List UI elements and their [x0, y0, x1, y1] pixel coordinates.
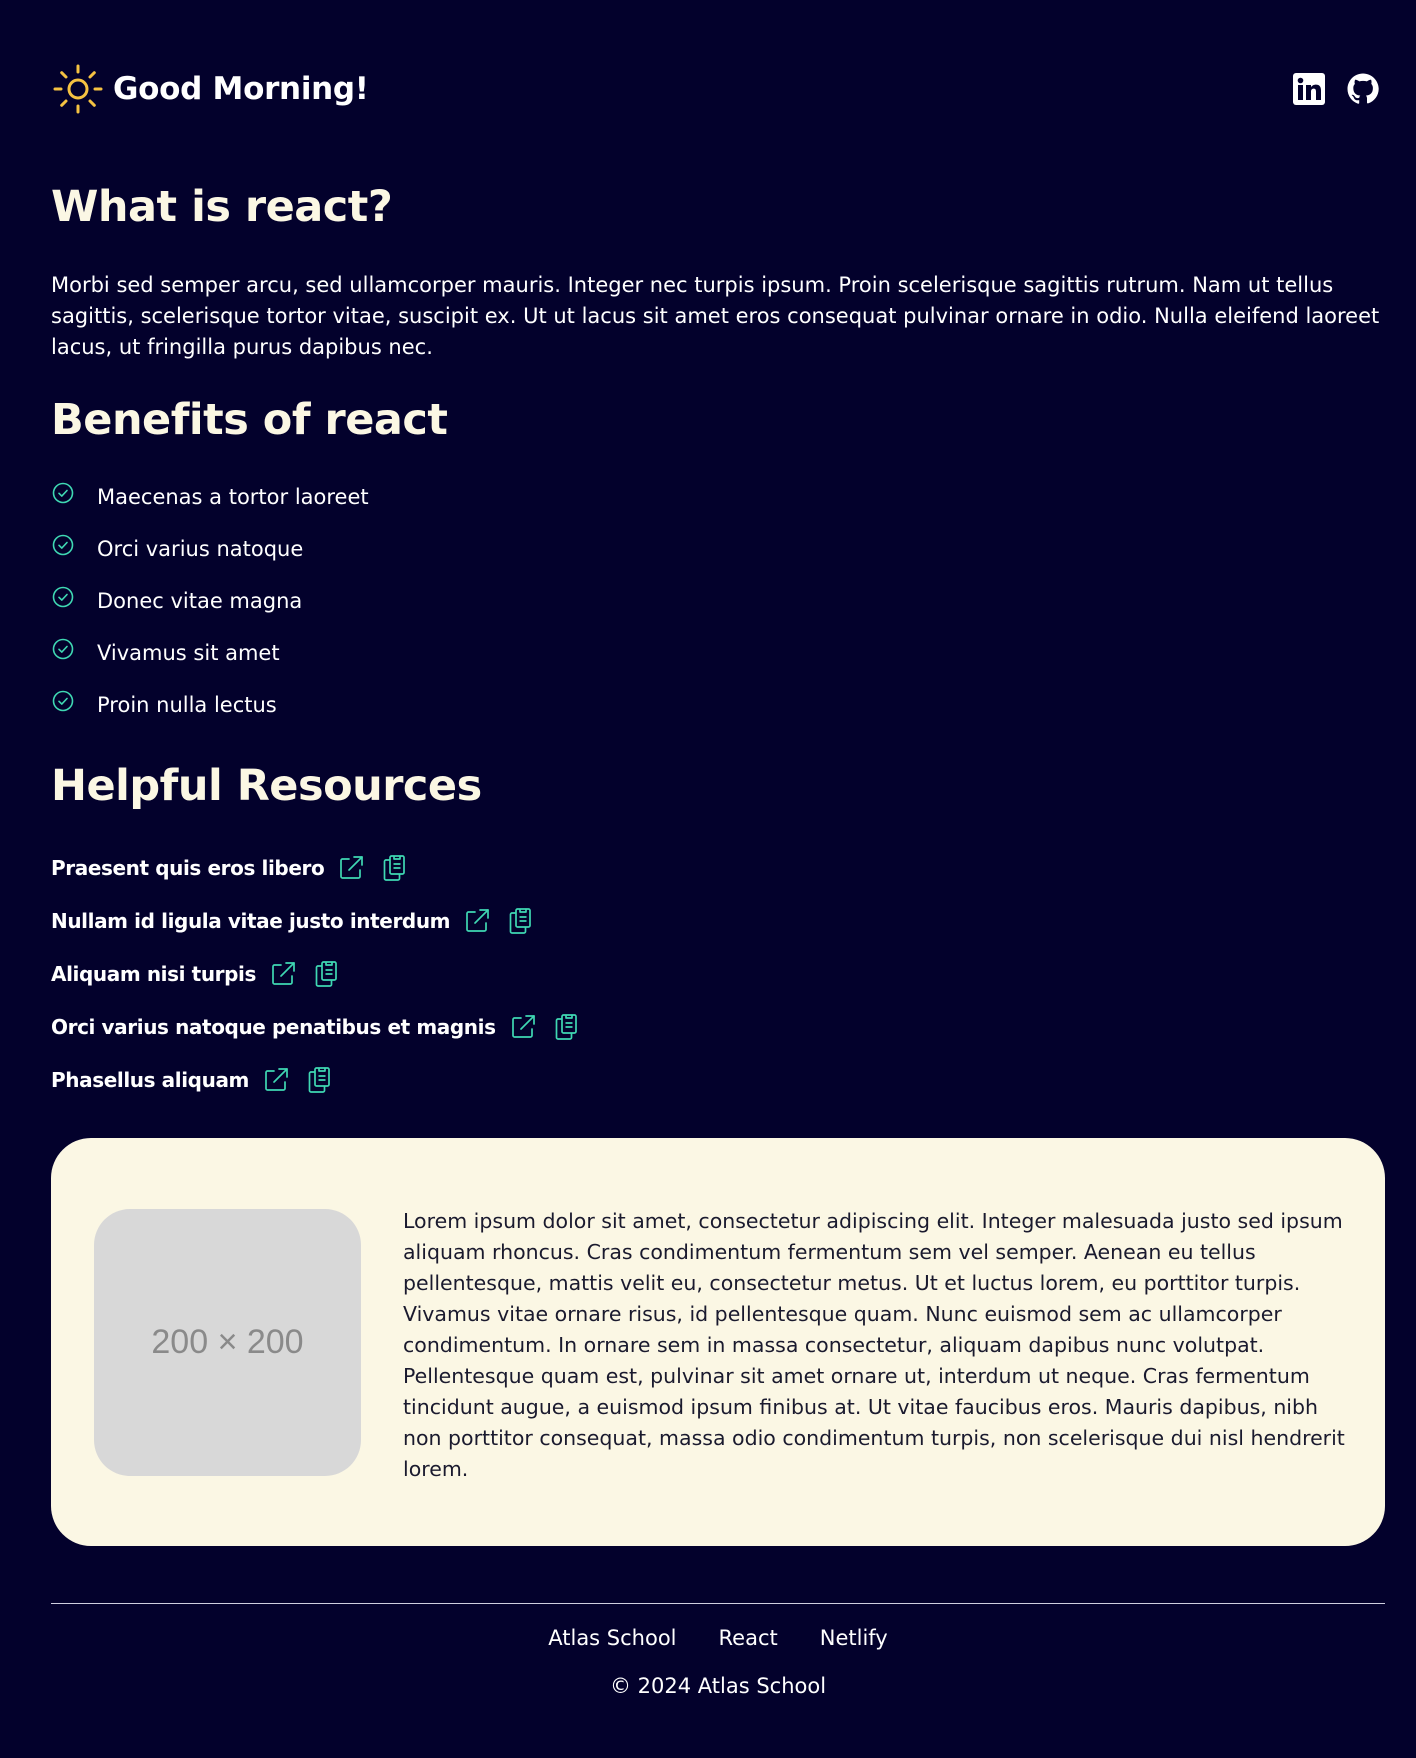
benefit-item: Orci varius natoque [51, 523, 1385, 575]
resource-item: Praesent quis eros libero [51, 841, 1385, 894]
sun-icon [51, 62, 105, 116]
image-placeholder: 200 × 200 [94, 1209, 361, 1476]
resource-title: Aliquam nisi turpis [51, 961, 256, 986]
check-circle-icon [52, 482, 74, 504]
external-link-icon[interactable] [268, 959, 298, 989]
benefit-label: Donec vitae magna [97, 589, 303, 613]
social-links [1292, 72, 1385, 106]
main-content: What is react? Morbi sed semper arcu, se… [51, 182, 1385, 1546]
copy-icon[interactable] [311, 959, 341, 989]
site-header: Good Morning! [51, 0, 1385, 116]
external-link-icon[interactable] [261, 1065, 291, 1095]
footer-link-netlify[interactable]: Netlify [820, 1626, 888, 1650]
info-card: 200 × 200 Lorem ipsum dolor sit amet, co… [51, 1138, 1385, 1546]
benefit-item: Proin nulla lectus [51, 679, 1385, 731]
benefit-item: Vivamus sit amet [51, 627, 1385, 679]
resources-heading: Helpful Resources [51, 761, 482, 811]
copy-icon[interactable] [304, 1065, 334, 1095]
benefit-label: Maecenas a tortor laoreet [97, 485, 369, 509]
page-title: What is react? [51, 182, 393, 232]
linkedin-icon [1293, 73, 1325, 105]
check-circle-icon [52, 534, 74, 556]
greeting-title: Good Morning! [113, 71, 369, 107]
resource-title: Nullam id ligula vitae justo interdum [51, 908, 451, 933]
brand: Good Morning! [51, 62, 369, 116]
card-text: Lorem ipsum dolor sit amet, consectetur … [403, 1209, 1345, 1481]
resource-item: Phasellus aliquam [51, 1053, 1385, 1106]
github-link[interactable] [1346, 72, 1380, 106]
benefit-label: Vivamus sit amet [97, 641, 280, 665]
resource-title: Praesent quis eros libero [51, 855, 325, 880]
github-icon [1347, 73, 1379, 104]
copyright: © 2024 Atlas School [609, 1674, 827, 1698]
copy-icon[interactable] [551, 1012, 581, 1042]
copy-icon[interactable] [379, 853, 409, 883]
resources-list: Praesent quis eros libero Nullam id ligu… [51, 841, 1385, 1106]
benefit-item: Maecenas a tortor laoreet [51, 471, 1385, 523]
resource-item: Orci varius natoque penatibus et magnis [51, 1000, 1385, 1053]
site-footer: Atlas School React Netlify © 2024 Atlas … [51, 1603, 1385, 1698]
linkedin-link[interactable] [1292, 72, 1326, 106]
resource-title: Orci varius natoque penatibus et magnis [51, 1014, 496, 1039]
benefit-label: Orci varius natoque [97, 537, 304, 561]
footer-link-atlas-school[interactable]: Atlas School [548, 1626, 676, 1650]
resource-title: Phasellus aliquam [51, 1067, 249, 1092]
check-circle-icon [52, 586, 74, 608]
footer-nav: Atlas School React Netlify [51, 1626, 1385, 1650]
benefits-list: Maecenas a tortor laoreet Orci varius na… [51, 471, 1385, 731]
benefits-heading: Benefits of react [51, 395, 448, 445]
resource-item: Aliquam nisi turpis [51, 947, 1385, 1000]
check-circle-icon [52, 638, 74, 660]
resource-item: Nullam id ligula vitae justo interdum [51, 894, 1385, 947]
benefit-item: Donec vitae magna [51, 575, 1385, 627]
external-link-icon[interactable] [462, 906, 492, 936]
footer-link-react[interactable]: React [719, 1626, 778, 1650]
external-link-icon[interactable] [508, 1012, 538, 1042]
page: Good Morning! What is react? Morbi sed s… [0, 0, 1416, 1758]
copy-icon[interactable] [505, 906, 535, 936]
benefit-label: Proin nulla lectus [97, 693, 277, 717]
intro-paragraph: Morbi sed semper arcu, sed ullamcorper m… [51, 273, 1380, 359]
external-link-icon[interactable] [336, 853, 366, 883]
check-circle-icon [52, 690, 74, 712]
